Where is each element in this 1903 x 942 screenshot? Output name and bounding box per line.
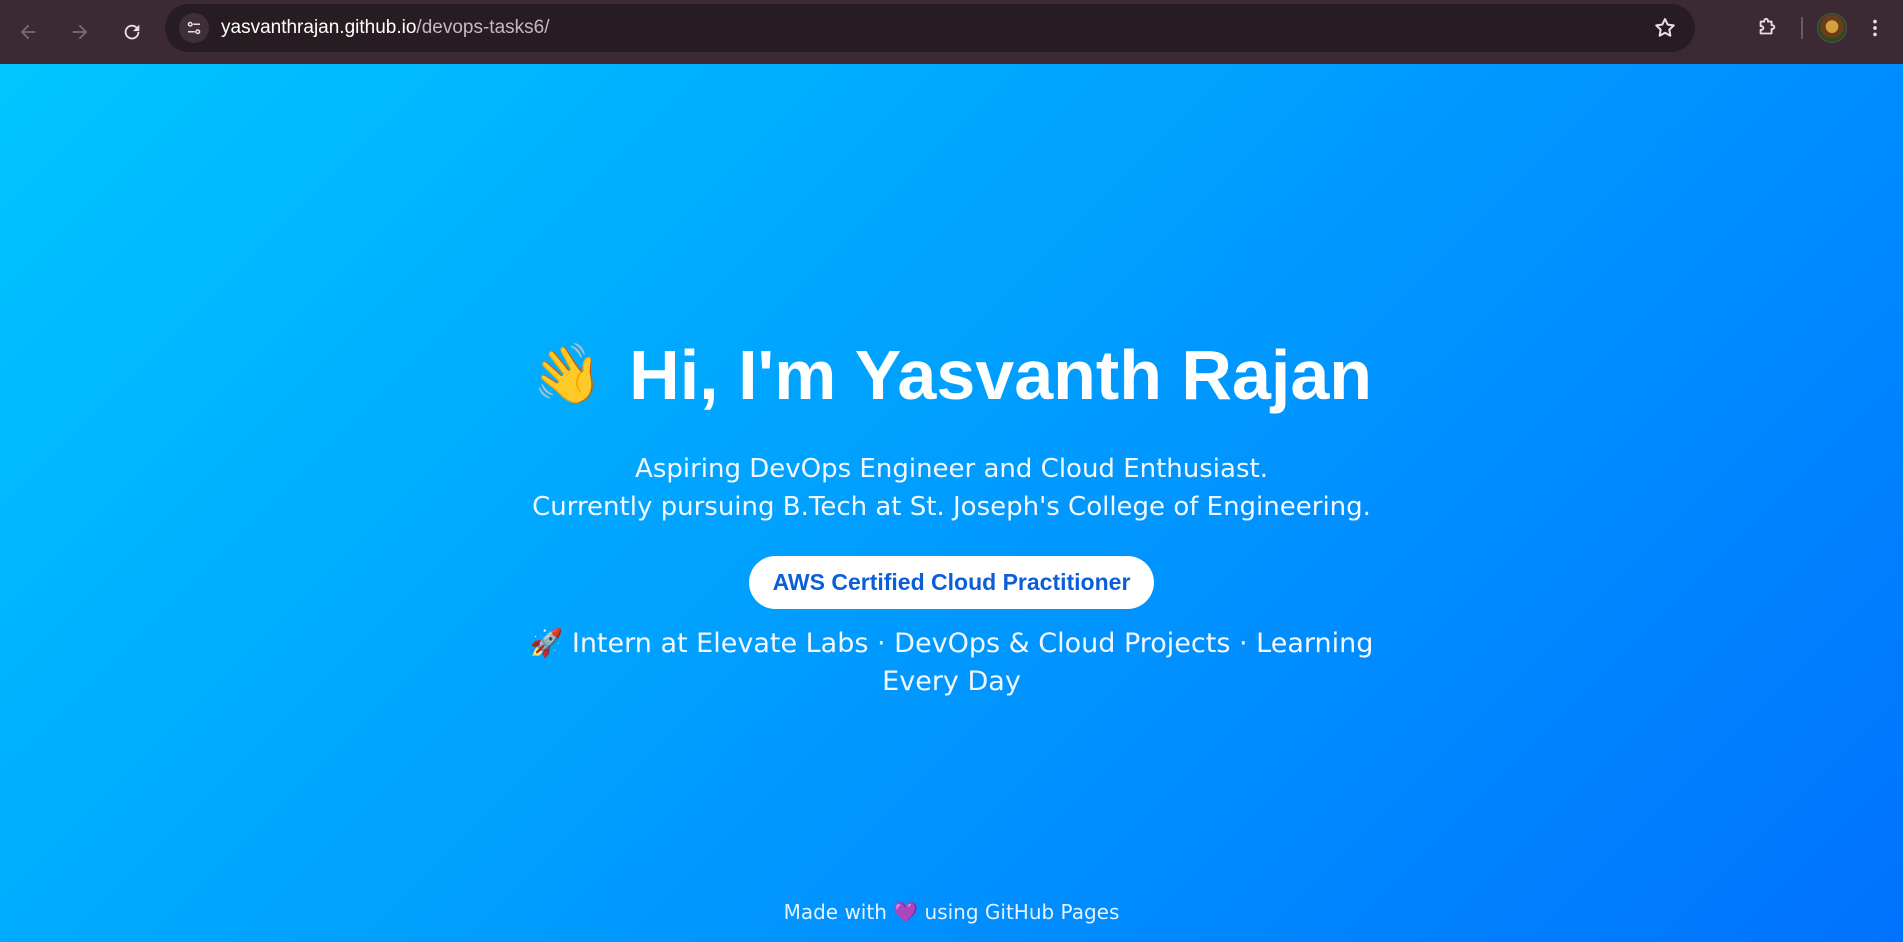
tagline-line-2: Currently pursuing B.Tech at St. Joseph'… [532, 492, 1371, 522]
footer-prefix: Made with [783, 900, 887, 924]
intern-subline: 🚀 Intern at Elevate Labs · DevOps & Clou… [512, 625, 1392, 701]
back-button[interactable] [8, 12, 48, 52]
url-path: /devops-tasks6/ [416, 17, 550, 38]
toolbar-divider [1801, 17, 1803, 39]
footer-suffix: using GitHub Pages [924, 900, 1120, 924]
waving-hand-icon: 👋 [526, 336, 608, 414]
forward-arrow-icon [72, 24, 88, 40]
hero-section: 👋 Hi, I'm Yasvanth Rajan Aspiring DevOps… [0, 334, 1903, 701]
heading-text: Hi, I'm Yasvanth Rajan [629, 336, 1373, 414]
reload-icon [124, 24, 140, 40]
reload-button[interactable] [112, 12, 152, 52]
footer: Made with 💜 using GitHub Pages [0, 900, 1903, 924]
certification-badge: AWS Certified Cloud Practitioner [748, 556, 1155, 609]
url-text[interactable]: yasvanthrajan.github.io/devops-tasks6/ [221, 17, 1649, 39]
subline-text: Intern at Elevate Labs · DevOps & Cloud … [571, 628, 1374, 697]
heart-icon: 💜 [893, 900, 919, 924]
address-bar[interactable]: yasvanthrajan.github.io/devops-tasks6/ [165, 4, 1695, 52]
site-info-icon [187, 21, 201, 35]
avatar[interactable] [1817, 13, 1847, 43]
toolbar-actions [1747, 0, 1903, 56]
more-vert-icon [1873, 19, 1877, 37]
forward-button[interactable] [60, 12, 100, 52]
star-icon [1655, 18, 1675, 37]
back-arrow-icon [20, 24, 36, 40]
extensions-button[interactable] [1747, 8, 1787, 48]
site-info-button[interactable] [179, 13, 209, 43]
tagline: Aspiring DevOps Engineer and Cloud Enthu… [0, 450, 1903, 526]
page-content: 👋 Hi, I'm Yasvanth Rajan Aspiring DevOps… [0, 64, 1903, 942]
browser-toolbar: yasvanthrajan.github.io/devops-tasks6/ [0, 0, 1903, 64]
extensions-icon [1759, 17, 1776, 35]
bookmark-button[interactable] [1649, 12, 1681, 44]
tagline-line-1: Aspiring DevOps Engineer and Cloud Enthu… [635, 454, 1268, 484]
url-domain: yasvanthrajan.github.io [221, 17, 417, 38]
rocket-icon: 🚀 [529, 628, 564, 659]
menu-button[interactable] [1861, 8, 1889, 48]
page-title: 👋 Hi, I'm Yasvanth Rajan [0, 334, 1903, 416]
